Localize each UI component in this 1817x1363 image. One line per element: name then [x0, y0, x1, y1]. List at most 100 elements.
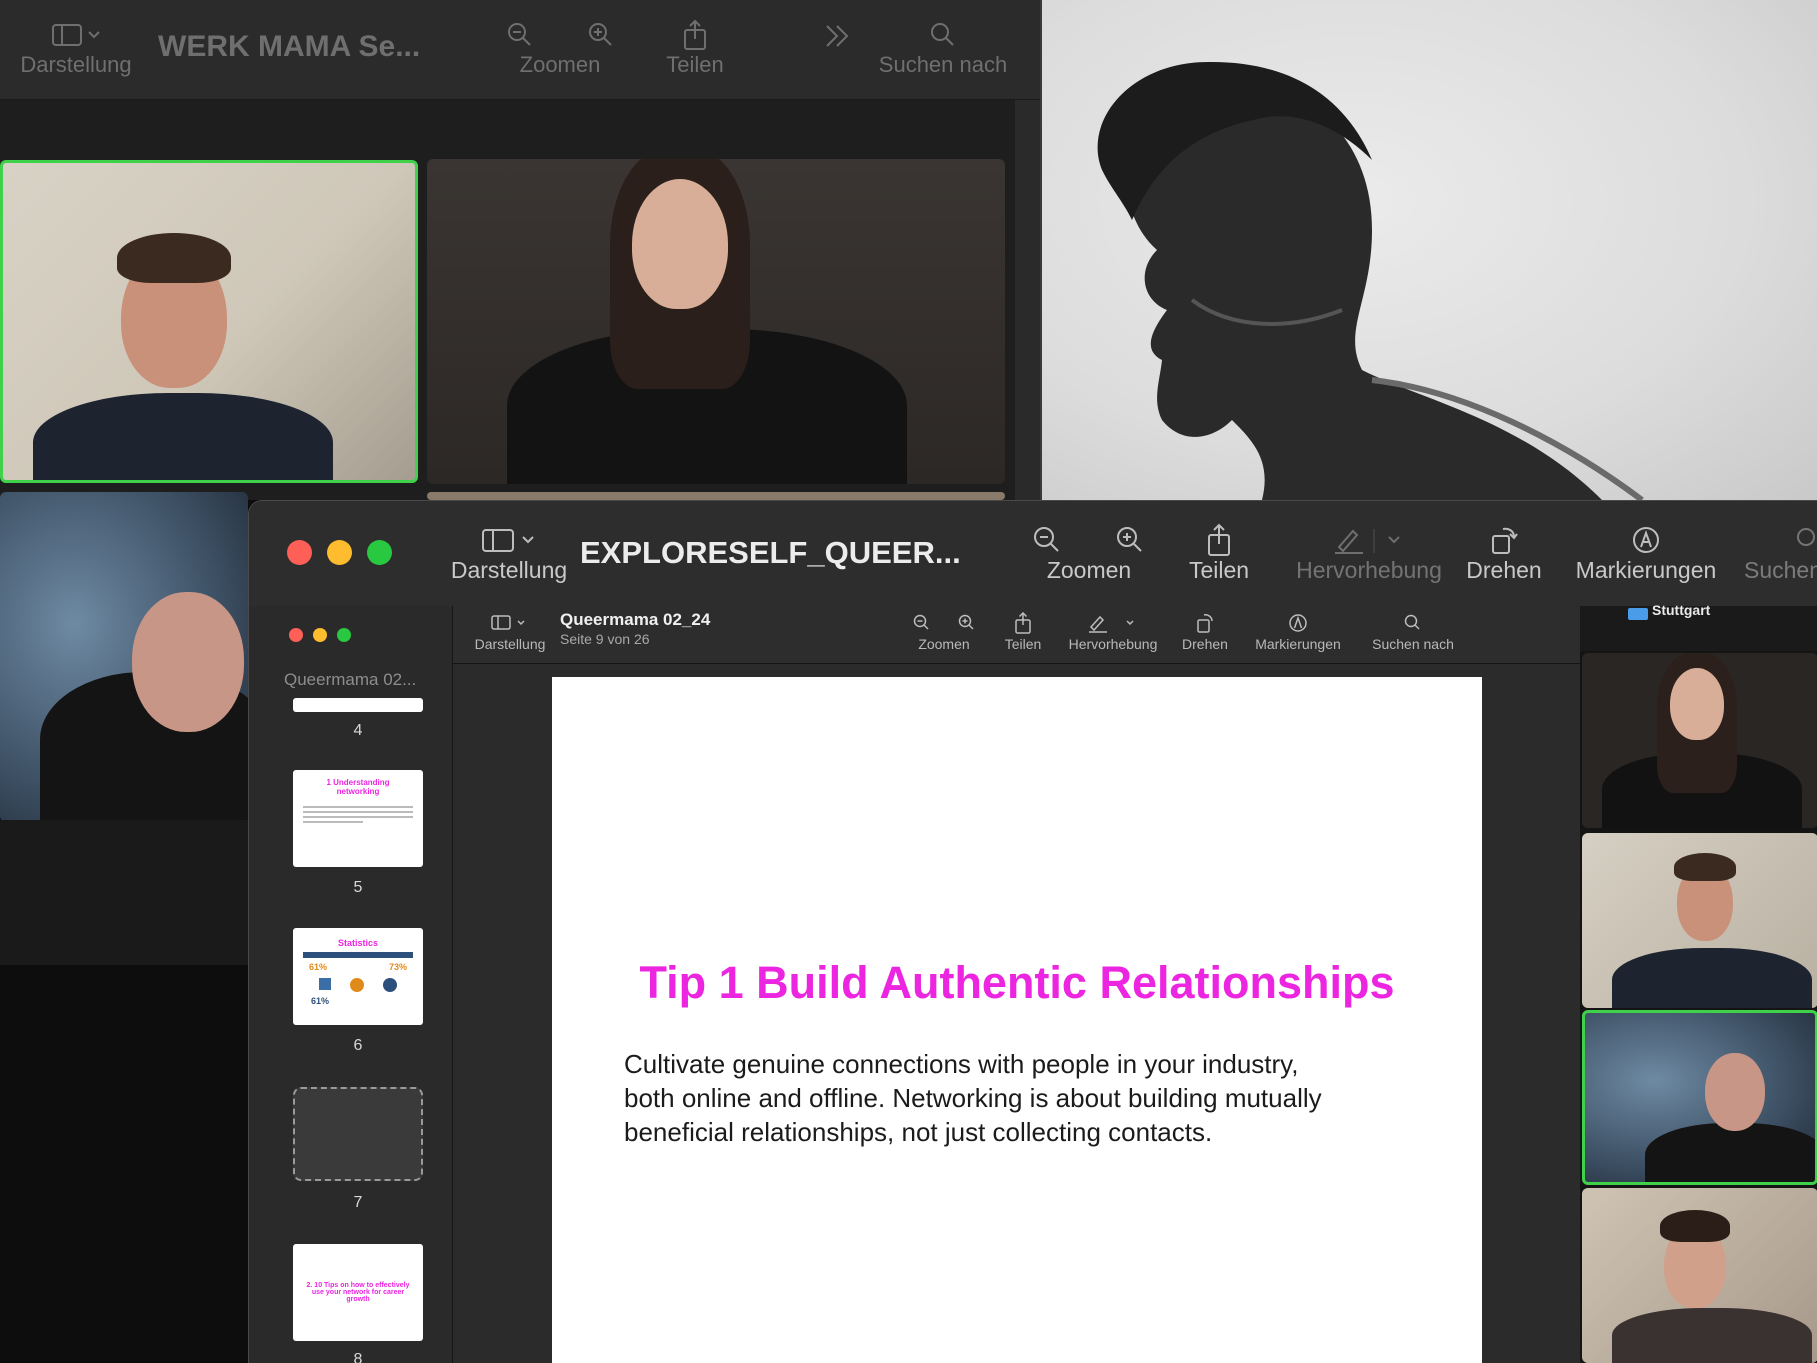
rotate-icon	[1489, 523, 1519, 557]
video-tile-participant[interactable]	[0, 492, 248, 822]
slide-page: Tip 1 Build Authentic Relationships Cult…	[552, 677, 1482, 1363]
document-canvas[interactable]: Tip 1 Build Authentic Relationships Cult…	[453, 664, 1580, 1363]
slide-body: Cultivate genuine connections with peopl…	[624, 1049, 1322, 1147]
rotate-button[interactable]: Drehen	[1464, 523, 1544, 584]
empty-tile	[0, 820, 248, 965]
markup-label: Markierungen	[1575, 557, 1717, 583]
participant-figure	[132, 592, 244, 732]
highlight-button[interactable]: Hervorhebung	[1063, 610, 1163, 652]
scrollbar[interactable]	[1015, 100, 1040, 500]
page-thumbnail[interactable]: 1 Understanding networking	[293, 770, 423, 867]
page-thumbnail[interactable]	[293, 698, 423, 712]
thumbnail-title: 2. 10 Tips on how to effectively use you…	[306, 1282, 410, 1303]
view-label: Darstellung	[474, 636, 546, 652]
view-button[interactable]: Darstellung	[471, 610, 549, 652]
video-strip: Stuttgart	[1580, 602, 1817, 1363]
minimize-button[interactable]	[327, 540, 352, 565]
participant-figure	[1612, 1308, 1812, 1363]
close-button[interactable]	[287, 540, 312, 565]
folder-label: Stuttgart	[1652, 602, 1711, 618]
page-number: 8	[353, 1351, 363, 1363]
search-label: Suchen nach	[1372, 636, 1454, 652]
maximize-button[interactable]	[367, 540, 392, 565]
participant-figure	[1660, 1210, 1730, 1242]
participant-figure	[33, 393, 333, 480]
zoom-label: Zoomen	[918, 636, 970, 652]
document-title: Queermama 02_24	[560, 610, 711, 629]
page-indicator: Seite 9 von 26	[560, 631, 650, 647]
window-title: EXPLORESELF_QUEER...	[580, 535, 961, 570]
thumbnail-stat: 73%	[388, 962, 407, 972]
share-icon	[1204, 523, 1234, 557]
search-button[interactable]: Suchen nach	[873, 18, 1013, 78]
share-button[interactable]: Teilen	[660, 18, 730, 78]
highlighter-icon	[1085, 610, 1141, 636]
thumbnail-stat: 61%	[311, 996, 330, 1006]
page-thumbnail[interactable]: Statistics 61% 73% 61%	[293, 928, 423, 1025]
page-thumbnail[interactable]	[293, 1087, 423, 1181]
page-thumbnail[interactable]: 2. 10 Tips on how to effectively use you…	[293, 1244, 423, 1341]
video-tile-participant[interactable]	[1582, 1188, 1817, 1363]
back-toolbar: Darstellung WERK MAMA Se... Zoomen Teile…	[0, 0, 1040, 100]
share-button[interactable]: Teilen	[1174, 523, 1264, 584]
minimize-button[interactable]	[313, 628, 327, 642]
folder-icon	[1628, 608, 1648, 620]
highlight-label: Hervorhebung	[1296, 557, 1442, 583]
highlighter-icon	[1329, 523, 1409, 557]
close-button[interactable]	[289, 628, 303, 642]
video-tile-participant[interactable]	[0, 160, 418, 483]
share-button[interactable]: Teilen	[998, 610, 1048, 652]
slide-heading: Tip 1 Build Authentic Relationships	[639, 957, 1395, 1008]
sidebar-icon	[481, 523, 537, 557]
view-button[interactable]: Darstellung	[15, 18, 137, 78]
zoom-icons	[505, 18, 615, 52]
markup-icon	[1630, 523, 1662, 557]
markup-button[interactable]: Markierungen	[1248, 610, 1348, 652]
share-label: Teilen	[666, 52, 724, 77]
participant-figure	[1705, 1053, 1765, 1131]
search-label: Suchen nach	[878, 52, 1008, 77]
search-icon	[1403, 610, 1423, 636]
inner-toolbar: Darstellung Queermama 02_24 Seite 9 von …	[453, 606, 1580, 664]
view-button[interactable]: Darstellung	[434, 523, 584, 584]
video-tile-participant[interactable]	[1582, 653, 1817, 828]
search-label: Suchen	[1744, 557, 1817, 583]
video-tile-participant[interactable]	[1582, 833, 1817, 1008]
maximize-button[interactable]	[337, 628, 351, 642]
thumbnail-stat: 61%	[309, 962, 328, 972]
view-label: Darstellung	[450, 557, 568, 583]
highlight-button[interactable]: Hervorhebung	[1289, 523, 1449, 584]
zoom-label: Zoomen	[1046, 557, 1132, 583]
markup-label: Markierungen	[1255, 636, 1341, 652]
video-gallery	[0, 100, 1040, 822]
share-label: Teilen	[1004, 636, 1042, 652]
rotate-icon	[1195, 610, 1215, 636]
thumbnail-title: 1 Understanding networking	[326, 778, 390, 796]
more-icon[interactable]	[823, 22, 853, 55]
zoom-button[interactable]: Zoomen	[505, 18, 615, 78]
rotate-button[interactable]: Drehen	[1175, 610, 1235, 652]
video-tile-participant[interactable]	[427, 159, 1005, 484]
markup-button[interactable]: Markierungen	[1571, 523, 1721, 584]
rotate-label: Drehen	[1182, 636, 1228, 652]
search-button[interactable]: Suchen	[1744, 523, 1817, 584]
video-tile-participant[interactable]	[427, 492, 1005, 500]
zoom-button[interactable]: Zoomen	[1024, 523, 1154, 584]
search-button[interactable]: Suchen nach	[1363, 610, 1463, 652]
desktop-wallpaper	[1042, 0, 1817, 500]
participant-figure	[1670, 668, 1724, 740]
preview-window: Darstellung EXPLORESELF_QUEER... Zoomen …	[248, 500, 1817, 1363]
inner-preview-window: Queermama 02... 4 1 Understanding networ…	[249, 606, 1580, 1363]
page-number: 7	[353, 1194, 363, 1211]
search-icon	[928, 18, 958, 52]
video-tile-active-speaker[interactable]	[1582, 1010, 1817, 1185]
page-number: 6	[353, 1037, 363, 1054]
highlight-label: Hervorhebung	[1068, 636, 1158, 652]
zoom-button[interactable]: Zoomen	[904, 610, 984, 652]
zoom-label: Zoomen	[519, 52, 601, 77]
sidebar-icon	[51, 18, 101, 52]
sidebar-title: Queermama 02...	[284, 670, 417, 689]
page-number: 4	[353, 722, 363, 739]
thumbnail-sidebar: Queermama 02... 4 1 Understanding networ…	[249, 606, 453, 1363]
zoom-icons	[912, 610, 976, 636]
